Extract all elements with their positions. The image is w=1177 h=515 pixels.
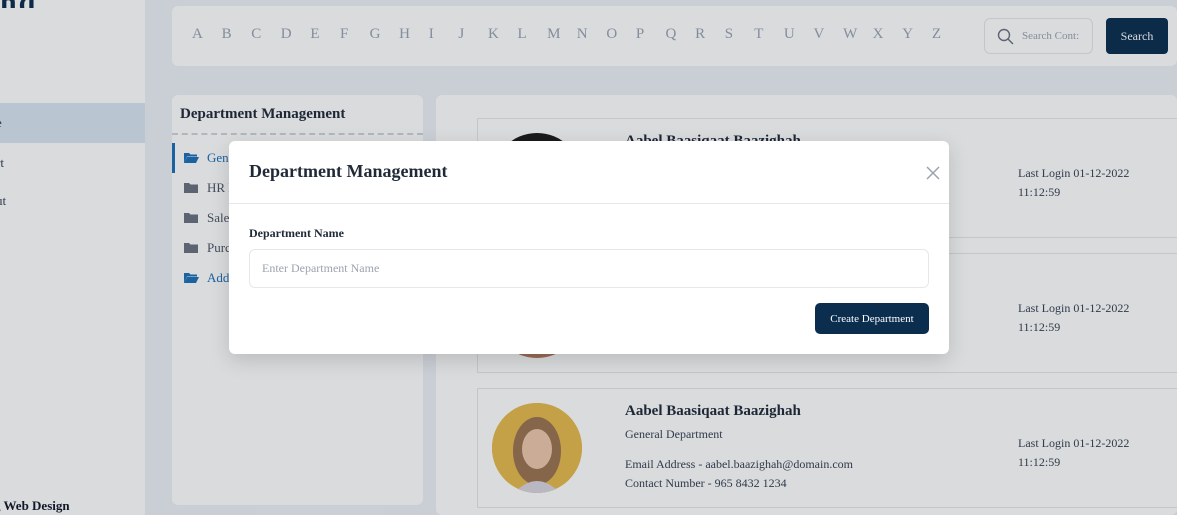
department-modal: Department Management Department Name Cr… xyxy=(229,141,949,354)
create-department-button[interactable]: Create Department xyxy=(815,303,929,334)
department-name-input[interactable] xyxy=(249,249,929,288)
modal-title: Department Management xyxy=(249,161,448,181)
divider xyxy=(229,203,949,204)
close-icon[interactable] xyxy=(923,163,943,183)
department-name-label: Department Name xyxy=(249,226,344,240)
